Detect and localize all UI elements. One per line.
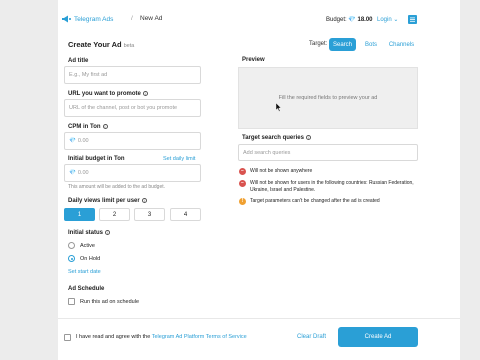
daily-views-option-4[interactable]: 4 (170, 208, 201, 221)
menu-icon (410, 17, 415, 22)
login-dropdown[interactable]: Login ⌄ (377, 16, 398, 23)
preview-placeholder: Fill the required fields to preview your… (278, 95, 378, 101)
tab-channels[interactable]: Channels (385, 38, 418, 51)
letterbox-right (460, 0, 480, 360)
breadcrumb-current: New Ad (140, 15, 163, 22)
info-icon[interactable]: i (141, 198, 147, 203)
status-onhold-radio[interactable] (68, 255, 75, 262)
footer-divider (58, 318, 460, 319)
daily-views-option-3[interactable]: 3 (134, 208, 165, 221)
letterbox-left (0, 0, 58, 360)
warning-text: Will not be shown anywhere (250, 168, 313, 174)
page-title: Create Your Ad beta (68, 40, 134, 49)
daily-views-option-1[interactable]: 1 (64, 208, 95, 221)
page-title-text: Create Your Ad (68, 40, 122, 49)
warning-text: Target parameters can't be changed after… (250, 198, 380, 204)
daily-views-option-2[interactable]: 2 (99, 208, 130, 221)
set-start-date-link[interactable]: Set start date (68, 269, 101, 275)
tab-search[interactable]: Search (329, 38, 356, 51)
url-placeholder: URL of the channel, post or bot you prom… (69, 105, 178, 111)
status-active-label: Active (80, 243, 95, 249)
brand-label: Telegram Ads (74, 15, 114, 23)
minus-circle-icon: − (239, 168, 246, 175)
diamond-icon: 💎 (69, 170, 76, 176)
terms-link[interactable]: Telegram Ad Platform Terms of Service (152, 334, 247, 340)
diamond-icon: 💎 (69, 138, 76, 144)
status-onhold-label: On Hold (80, 256, 101, 262)
chevron-down-icon: ⌄ (393, 17, 399, 23)
status-label: Initial status i (68, 230, 111, 237)
mouse-cursor-icon (276, 103, 282, 112)
preview-label: Preview (242, 57, 265, 63)
cpm-label: CPM in Ton i (68, 124, 108, 130)
menu-button[interactable] (408, 15, 417, 24)
schedule-label: Ad Schedule (68, 286, 105, 292)
terms-prefix: I have read and agree with the (76, 334, 151, 340)
terms-agreement: I have read and agree with the Telegram … (76, 334, 247, 340)
cpm-label-text: CPM in Ton (68, 124, 101, 131)
url-label-text: URL you want to promote (68, 91, 141, 98)
target-label: Target: (309, 41, 328, 47)
login-label: Login (377, 17, 392, 23)
schedule-checkbox[interactable] (68, 298, 75, 305)
budget-value: 💎 18.00 (348, 17, 373, 23)
info-icon[interactable]: i (142, 91, 148, 96)
search-queries-placeholder: Add search queries (243, 149, 291, 156)
budget-input-label: Initial budget in Ton (68, 156, 125, 162)
terms-checkbox[interactable] (64, 334, 71, 341)
budget-display: Budget: 💎 18.00 (326, 16, 373, 23)
ad-title-placeholder: E.g., My first ad (69, 72, 108, 78)
info-icon[interactable]: i (105, 230, 111, 235)
minus-circle-icon: − (239, 180, 246, 187)
url-input[interactable]: URL of the channel, post or bot you prom… (64, 99, 201, 117)
warning-text: Will not be shown for users in the follo… (250, 180, 414, 193)
search-queries-input[interactable]: Add search queries (238, 144, 418, 161)
breadcrumb-separator: / (131, 15, 133, 22)
clear-draft-button[interactable]: Clear Draft (297, 334, 326, 340)
url-label: URL you want to promote i (68, 91, 148, 97)
page: Telegram Ads / New Ad Budget: 💎 18.00 Lo… (58, 0, 460, 360)
budget-label: Budget: (326, 17, 347, 23)
info-icon[interactable]: i (305, 135, 311, 140)
budget-input[interactable]: 💎 0.00 (64, 164, 201, 182)
preview-box: Fill the required fields to preview your… (238, 67, 418, 129)
cpm-input[interactable]: 💎 0.00 (64, 132, 201, 150)
budget-placeholder: 0.00 (77, 170, 89, 176)
set-daily-limit-link[interactable]: Set daily limit (163, 156, 195, 162)
cpm-placeholder: 0.00 (77, 138, 89, 144)
status-active-radio[interactable] (68, 242, 75, 249)
status-label-text: Initial status (68, 230, 104, 237)
tab-bots[interactable]: Bots (360, 38, 382, 51)
ad-title-input[interactable]: E.g., My first ad (64, 66, 201, 84)
search-queries-label: Target search queries i (242, 135, 311, 141)
info-icon[interactable]: i (102, 124, 108, 129)
create-ad-button[interactable]: Create Ad (338, 327, 418, 347)
brand-link[interactable]: Telegram Ads (62, 15, 113, 23)
ad-title-label: Ad title (68, 58, 89, 64)
beta-badge: beta (123, 43, 135, 49)
search-queries-label-text: Target search queries (242, 135, 304, 142)
daily-views-label-text: Daily views limit per user (68, 198, 140, 205)
daily-views-label: Daily views limit per user i (68, 198, 147, 204)
megaphone-icon (62, 15, 71, 23)
budget-hint: This amount will be added to the ad budg… (68, 184, 166, 190)
schedule-checkbox-label: Run this ad on schedule (80, 299, 140, 305)
alert-circle-icon: ! (239, 198, 246, 205)
top-bar: Telegram Ads / New Ad Budget: 💎 18.00 Lo… (58, 0, 460, 42)
